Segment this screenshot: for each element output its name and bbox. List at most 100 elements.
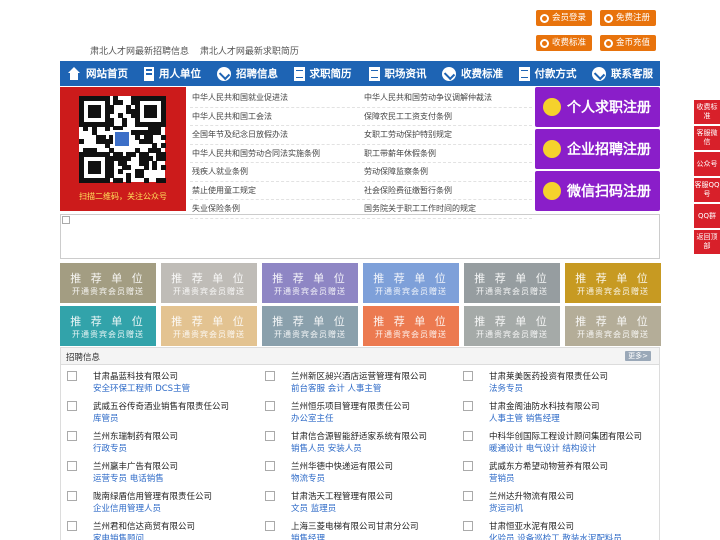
regulation-link[interactable]: 劳动保障监察条例 xyxy=(362,163,532,182)
regulation-link[interactable]: 中华人民共和国工会法 xyxy=(190,108,360,126)
job-item[interactable]: 甘肃晶蓝科技有限公司 安全环保工程师 DCS主管 xyxy=(61,369,251,397)
job-item[interactable]: 兰州君和信达商贸有限公司 家电销售顾问 xyxy=(61,519,251,540)
recommended-tile[interactable]: 推 荐 单 位开通贵宾会员赠送 xyxy=(60,306,156,346)
company-name[interactable]: 兰州赢丰广告有限公司 xyxy=(93,460,178,472)
nav-pricing[interactable]: 收费标准 xyxy=(435,61,510,86)
company-name[interactable]: 甘肃金阁油防水科技有限公司 xyxy=(489,400,600,412)
job-item[interactable]: 中科华创国际工程设计顾问集团有限公司 暖通设计 电气设计 结构设计 xyxy=(457,429,647,457)
job-item[interactable]: 甘肃莱美医药投资有限责任公司 法务专员 xyxy=(457,369,647,397)
job-item[interactable]: 甘肃信合源智能舒适家系统有限公司 销售人员 安装人员 xyxy=(259,429,449,457)
job-positions[interactable]: 行政专员 xyxy=(93,442,127,454)
personal-register-button[interactable]: 个人求职注册 xyxy=(535,87,660,127)
job-item[interactable]: 兰州东瑞制药有限公司 行政专员 xyxy=(61,429,251,457)
company-name[interactable]: 兰州君和信达商贸有限公司 xyxy=(93,520,195,532)
job-positions[interactable]: 安全环保工程师 DCS主管 xyxy=(93,382,190,394)
job-item[interactable]: 兰州华德中快递运有限公司 物流专员 xyxy=(259,459,449,487)
recommended-tile[interactable]: 推 荐 单 位开通贵宾会员赠送 xyxy=(363,263,459,303)
job-item[interactable]: 兰州新区昶兴酒店运营管理有限公司 前台客服 会计 人事主管 xyxy=(259,369,449,397)
regulation-link[interactable]: 中华人民共和国劳动合同法实施条例 xyxy=(190,145,360,163)
regulation-link[interactable]: 职工带薪年休假条例 xyxy=(362,145,532,163)
regulation-link[interactable]: 女职工劳动保护特别规定 xyxy=(362,126,532,145)
job-positions[interactable]: 企业信用管理人员 xyxy=(93,502,161,514)
regulation-link[interactable]: 全国年节及纪念日放假办法 xyxy=(190,126,360,145)
recommended-tile[interactable]: 推 荐 单 位开通贵宾会员赠送 xyxy=(464,263,560,303)
job-item[interactable]: 甘肃浩天工程管理有限公司 文员 监理员 xyxy=(259,489,449,517)
regulation-link[interactable]: 残疾人就业条例 xyxy=(190,163,360,182)
job-positions[interactable]: 人事主管 销售经理 xyxy=(489,412,560,424)
job-item[interactable]: 武威东方希望动物营养有限公司 营销员 xyxy=(457,459,647,487)
job-positions[interactable]: 库管员 xyxy=(93,412,119,424)
company-name[interactable]: 甘肃信合源智能舒适家系统有限公司 xyxy=(291,430,427,442)
sidebar-qq[interactable]: 客服QQ号 xyxy=(694,178,720,202)
company-name[interactable]: 兰州华德中快递运有限公司 xyxy=(291,460,393,472)
job-item[interactable]: 上海三菱电梯有限公司甘肃分公司 销售经理 xyxy=(259,519,449,540)
job-item[interactable]: 甘肃恒亚水泥有限公司 化验员 设备巡检工 散装水泥配料员 xyxy=(457,519,647,540)
job-positions[interactable]: 文员 监理员 xyxy=(291,502,336,514)
nav-employers[interactable]: 用人单位 xyxy=(135,61,210,86)
login-button[interactable]: 会员登录 xyxy=(536,10,593,26)
company-name[interactable]: 陇南绿盾信用管理有限责任公司 xyxy=(93,490,212,502)
job-positions[interactable]: 家电销售顾问 xyxy=(93,532,144,540)
recommended-tile[interactable]: 推 荐 单 位开通贵宾会员赠送 xyxy=(363,306,459,346)
regulation-link[interactable]: 中华人民共和国劳动争议调解仲裁法 xyxy=(362,89,532,108)
job-positions[interactable]: 暖通设计 电气设计 结构设计 xyxy=(489,442,596,454)
job-item[interactable]: 兰州赢丰广告有限公司 运营专员 电话销售 xyxy=(61,459,251,487)
regulation-link[interactable]: 保障农民工工资支付条例 xyxy=(362,108,532,126)
nav-home[interactable]: 网站首页 xyxy=(60,61,135,86)
recommended-tile[interactable]: 推 荐 单 位开通贵宾会员赠送 xyxy=(262,306,358,346)
sidebar-wechat[interactable]: 客服微信 xyxy=(694,126,720,150)
ad-banner[interactable] xyxy=(60,214,660,259)
company-name[interactable]: 兰州达升物流有限公司 xyxy=(489,490,574,502)
job-positions[interactable]: 法务专员 xyxy=(489,382,523,394)
recommended-tile[interactable]: 推 荐 单 位开通贵宾会员赠送 xyxy=(161,306,257,346)
nav-resumes[interactable]: 求职简历 xyxy=(285,61,360,86)
nav-service[interactable]: 联系客服 xyxy=(585,61,660,86)
job-positions[interactable]: 货运司机 xyxy=(489,502,523,514)
job-item[interactable]: 武威五谷传奇酒业销售有限责任公司 库管员 xyxy=(61,399,251,427)
job-item[interactable]: 陇南绿盾信用管理有限责任公司 企业信用管理人员 xyxy=(61,489,251,517)
company-name[interactable]: 甘肃莱美医药投资有限责任公司 xyxy=(489,370,608,382)
regulation-link[interactable]: 社会保险费征缴暂行条例 xyxy=(362,182,532,200)
job-positions[interactable]: 化验员 设备巡检工 散装水泥配料员 xyxy=(489,532,622,540)
recommended-tile[interactable]: 推 荐 单 位开通贵宾会员赠送 xyxy=(60,263,156,303)
company-name[interactable]: 甘肃浩天工程管理有限公司 xyxy=(291,490,393,502)
company-name[interactable]: 甘肃晶蓝科技有限公司 xyxy=(93,370,178,382)
job-positions[interactable]: 销售经理 xyxy=(291,532,325,540)
company-name[interactable]: 中科华创国际工程设计顾问集团有限公司 xyxy=(489,430,642,442)
job-positions[interactable]: 办公室主任 xyxy=(291,412,334,424)
company-name[interactable]: 武威东方希望动物营养有限公司 xyxy=(489,460,608,472)
latest-resumes-link[interactable]: 肃北人才网最新求职简历 xyxy=(200,47,299,57)
company-name[interactable]: 甘肃恒亚水泥有限公司 xyxy=(489,520,574,532)
pricing-button[interactable]: 收费标准 xyxy=(536,35,593,51)
sidebar-pricing[interactable]: 收费标准 xyxy=(694,100,720,124)
company-name[interactable]: 武威五谷传奇酒业销售有限责任公司 xyxy=(93,400,229,412)
recharge-button[interactable]: 金币充值 xyxy=(600,35,657,51)
register-button[interactable]: 免费注册 xyxy=(600,10,657,26)
regulation-link[interactable]: 禁止使用童工规定 xyxy=(190,182,360,200)
job-positions[interactable]: 销售人员 安装人员 xyxy=(291,442,362,454)
recommended-tile[interactable]: 推 荐 单 位开通贵宾会员赠送 xyxy=(565,263,661,303)
recommended-tile[interactable]: 推 荐 单 位开通贵宾会员赠送 xyxy=(262,263,358,303)
company-name[interactable]: 兰州东瑞制药有限公司 xyxy=(93,430,178,442)
company-name[interactable]: 兰州新区昶兴酒店运营管理有限公司 xyxy=(291,370,427,382)
recommended-tile[interactable]: 推 荐 单 位开通贵宾会员赠送 xyxy=(464,306,560,346)
recommended-tile[interactable]: 推 荐 单 位开通贵宾会员赠送 xyxy=(161,263,257,303)
job-positions[interactable]: 前台客服 会计 人事主管 xyxy=(291,382,381,394)
recommended-tile[interactable]: 推 荐 单 位开通贵宾会员赠送 xyxy=(565,306,661,346)
sidebar-official-account[interactable]: 公众号 xyxy=(694,152,720,176)
nav-payment[interactable]: 付款方式 xyxy=(510,61,585,86)
sidebar-qq-group[interactable]: QQ群 xyxy=(694,204,720,228)
job-item[interactable]: 兰州恒乐项目管理有限责任公司 办公室主任 xyxy=(259,399,449,427)
nav-news[interactable]: 职场资讯 xyxy=(360,61,435,86)
company-name[interactable]: 上海三菱电梯有限公司甘肃分公司 xyxy=(291,520,419,532)
nav-jobs[interactable]: 招聘信息 xyxy=(210,61,285,86)
latest-jobs-link[interactable]: 肃北人才网最新招聘信息 xyxy=(90,47,189,57)
job-positions[interactable]: 物流专员 xyxy=(291,472,325,484)
job-positions[interactable]: 运营专员 电话销售 xyxy=(93,472,164,484)
job-item[interactable]: 甘肃金阁油防水科技有限公司 人事主管 销售经理 xyxy=(457,399,647,427)
job-item[interactable]: 兰州达升物流有限公司 货运司机 xyxy=(457,489,647,517)
company-name[interactable]: 兰州恒乐项目管理有限责任公司 xyxy=(291,400,410,412)
more-button[interactable]: 更多> xyxy=(625,351,651,361)
sidebar-back-to-top[interactable]: 返回顶部 xyxy=(694,230,720,254)
wechat-register-button[interactable]: 微信扫码注册 xyxy=(535,171,660,211)
